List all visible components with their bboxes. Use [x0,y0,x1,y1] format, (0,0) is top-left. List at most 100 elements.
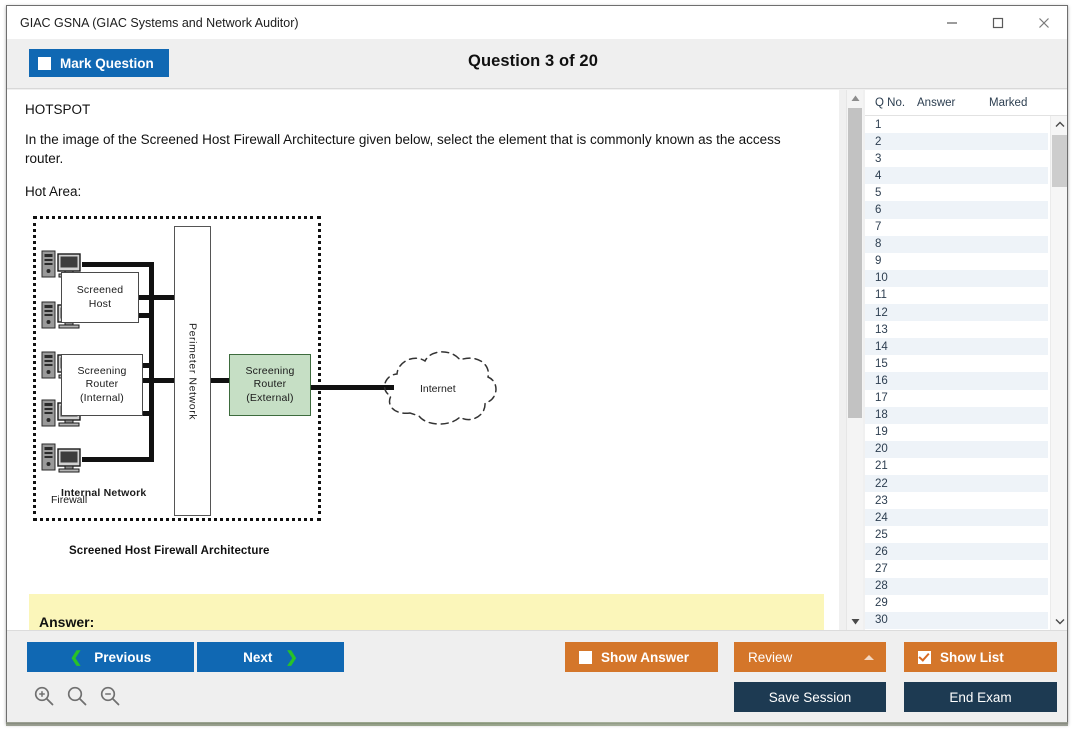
workstation-icon [41,442,85,479]
chevron-left-icon: ❮ [70,650,83,665]
table-row[interactable]: 6 [865,201,1048,218]
question-list-scrollbar-thumb[interactable] [1052,135,1067,187]
table-row[interactable]: 15 [865,355,1048,372]
table-row[interactable]: 29 [865,595,1048,612]
table-row[interactable]: 22 [865,475,1048,492]
question-number-cell: 8 [865,238,917,250]
firewall-label: Firewall [51,494,87,506]
question-stem: In the image of the Screened Host Firewa… [25,131,815,168]
table-row[interactable]: 23 [865,492,1048,509]
table-row[interactable]: 16 [865,372,1048,389]
list-scroll-up-icon[interactable] [1051,116,1068,133]
column-header-marked: Marked [989,97,1049,109]
table-row[interactable]: 9 [865,253,1048,270]
next-button[interactable]: Next ❯ [197,642,344,672]
window-bottom-edge [6,722,1068,726]
firewall-architecture-diagram[interactable]: Firewall [29,209,729,589]
question-number-cell: 3 [865,153,917,165]
show-list-checkbox-icon[interactable] [918,651,931,664]
table-row[interactable]: 28 [865,578,1048,595]
question-number-cell: 10 [865,272,917,284]
table-row[interactable]: 26 [865,543,1048,560]
diagram-box-screening-router-external[interactable]: ScreeningRouter(External) [229,354,311,416]
question-number-cell: 2 [865,136,917,148]
diagram-box-screened-host[interactable]: ScreenedHost [61,272,139,323]
chevron-up-icon[interactable] [864,655,874,660]
question-number-cell: 22 [865,478,917,490]
zoom-reset-icon[interactable] [66,685,88,707]
table-row[interactable]: 21 [865,458,1048,475]
table-row[interactable]: 27 [865,560,1048,577]
table-row[interactable]: 18 [865,407,1048,424]
table-row[interactable]: 2 [865,133,1048,150]
table-row[interactable]: 3 [865,150,1048,167]
scroll-down-icon[interactable] [847,613,864,630]
table-row[interactable]: 14 [865,338,1048,355]
diagram-box-screening-router-internal[interactable]: ScreeningRouter(Internal) [61,354,143,416]
table-row[interactable]: 20 [865,441,1048,458]
show-answer-checkbox-icon[interactable] [579,651,592,664]
show-answer-button[interactable]: Show Answer [565,642,718,672]
question-number-cell: 1 [865,119,917,131]
question-header: Mark Question Question 3 of 20 [7,39,1067,89]
page-title: Question 3 of 20 [7,52,1059,71]
question-number-cell: 9 [865,255,917,267]
zoom-in-icon[interactable] [33,685,55,707]
diagram-box-label: ScreeningRouter(Internal) [77,365,126,406]
question-number-cell: 28 [865,580,917,592]
show-list-label: Show List [940,650,1004,665]
table-row[interactable]: 10 [865,270,1048,287]
question-list-header: Q No. Answer Marked [865,90,1067,116]
show-list-button[interactable]: Show List [904,642,1057,672]
table-row[interactable]: 19 [865,424,1048,441]
table-row[interactable]: 17 [865,390,1048,407]
save-session-button[interactable]: Save Session [734,682,886,712]
table-row[interactable]: 24 [865,509,1048,526]
minimize-icon[interactable] [929,6,975,39]
content-scrollbar-thumb[interactable] [848,108,862,418]
question-number-cell: 18 [865,409,917,421]
table-row[interactable]: 25 [865,526,1048,543]
review-dropdown[interactable]: Review [734,642,886,672]
question-list-scrollbar[interactable] [1050,116,1067,630]
end-exam-button[interactable]: End Exam [904,682,1057,712]
maximize-icon[interactable] [975,6,1021,39]
window-title: GIAC GSNA (GIAC Systems and Network Audi… [20,16,299,30]
internet-label: Internet [420,383,456,395]
content-scrollbar[interactable] [846,90,863,630]
previous-button[interactable]: ❮ Previous [27,642,194,672]
question-number-cell: 5 [865,187,917,199]
table-row[interactable]: 8 [865,236,1048,253]
close-icon[interactable] [1021,6,1067,39]
table-row[interactable]: 5 [865,184,1048,201]
table-row[interactable]: 1 [865,116,1048,133]
question-number-cell: 13 [865,324,917,336]
question-number-cell: 6 [865,204,917,216]
question-number-cell: 26 [865,546,917,558]
question-number-cell: 11 [865,289,917,301]
table-row[interactable]: 13 [865,321,1048,338]
diagram-caption: Screened Host Firewall Architecture [69,545,270,557]
question-number-cell: 25 [865,529,917,541]
question-number-cell: 14 [865,341,917,353]
question-number-cell: 30 [865,614,917,626]
table-row[interactable]: 30 [865,612,1048,629]
zoom-controls [33,685,121,707]
question-number-cell: 7 [865,221,917,233]
footer-toolbar: ❮ Previous Next ❯ Show Answer Review Sho… [7,630,1067,723]
table-row[interactable]: 4 [865,167,1048,184]
diagram-box-label: ScreeningRouter(External) [245,365,294,406]
diagram-box-perimeter-network[interactable]: Perimeter Network [174,226,211,516]
question-number-cell: 20 [865,443,917,455]
zoom-out-icon[interactable] [99,685,121,707]
list-scroll-down-icon[interactable] [1051,613,1068,630]
table-row[interactable]: 12 [865,304,1048,321]
table-row[interactable]: 11 [865,287,1048,304]
perimeter-network-label: Perimeter Network [187,323,199,420]
title-bar: GIAC GSNA (GIAC Systems and Network Audi… [7,6,1067,39]
review-label: Review [748,650,792,665]
table-row[interactable]: 7 [865,219,1048,236]
question-list-rows[interactable]: 1234567891011121314151617181920212223242… [865,116,1048,630]
diagram-box-label: ScreenedHost [77,284,124,311]
scroll-up-icon[interactable] [847,90,864,107]
